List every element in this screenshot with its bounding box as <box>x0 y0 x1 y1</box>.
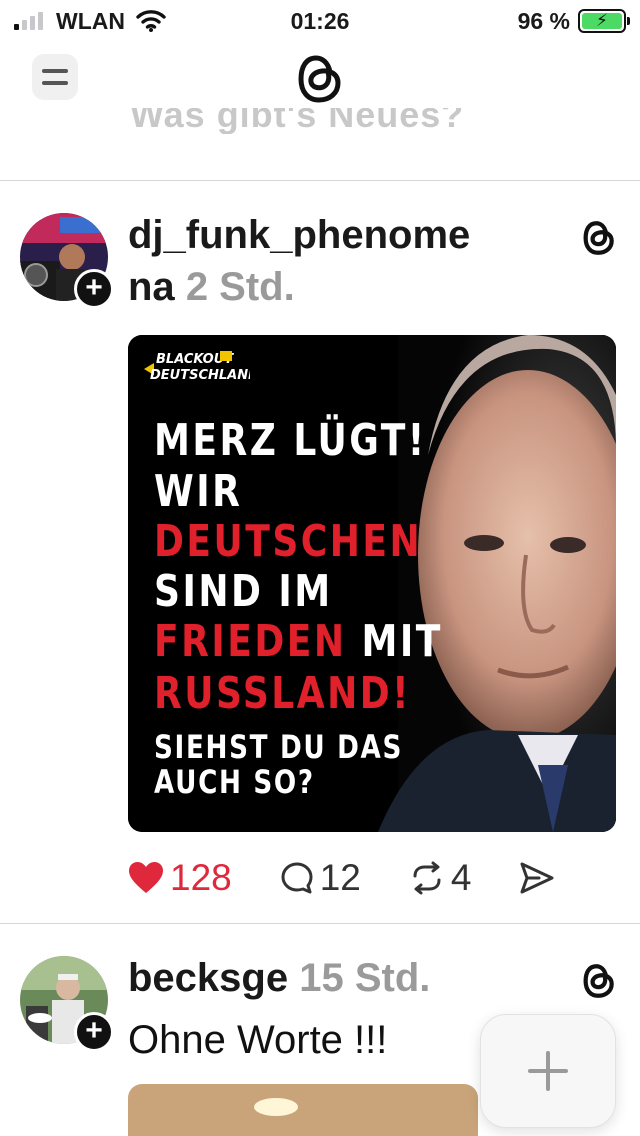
repost-count: 4 <box>450 857 472 898</box>
heart-icon <box>129 862 163 893</box>
username[interactable]: dj_funk_phenome <box>128 213 470 257</box>
repost-button[interactable]: 4 <box>409 857 472 899</box>
brand-logo: BLACKOUT DEUTSCHLAND <box>140 345 259 392</box>
post-time: 2 Std. <box>185 265 295 309</box>
battery-icon: ⚡ <box>578 9 630 33</box>
new-thread-button[interactable] <box>480 1014 616 1128</box>
post-header: becksge 15 Std. <box>128 952 570 1004</box>
headline-part: MERZ LÜGT! <box>154 415 427 466</box>
headline-part: AUCH SO? <box>154 763 315 801</box>
share-button[interactable] <box>519 861 555 895</box>
headline-part: SIEHST DU DAS <box>154 728 404 766</box>
follow-plus-icon[interactable]: + <box>74 1012 114 1052</box>
threads-logo-icon <box>582 962 616 1005</box>
headline-part: WIR <box>154 466 243 517</box>
post-header: dj_funk_phenome na 2 Std. <box>128 209 570 313</box>
headline-line: RUSSLAND! <box>154 672 411 716</box>
headline-part: DEUTSCHEN <box>154 516 423 567</box>
headline-line: FRIEDEN MIT <box>154 620 443 664</box>
send-icon <box>520 862 554 894</box>
thread-post[interactable]: + dj_funk_phenome na 2 Std. BLACKOUT DEU… <box>0 181 640 923</box>
avatar[interactable]: + <box>20 956 114 1052</box>
headline-line: AUCH SO? <box>154 765 315 799</box>
headline-line: WIR <box>154 470 242 514</box>
post-time: 15 Std. <box>299 956 431 1000</box>
avatar[interactable]: + <box>20 213 114 309</box>
composer-placeholder[interactable]: Was gibt's Neues? <box>130 108 464 134</box>
comment-icon <box>281 862 313 894</box>
headline-part: MIT <box>346 616 443 667</box>
svg-text:DEUTSCHLAND: DEUTSCHLAND <box>150 368 250 383</box>
headline-line: SIND IM <box>154 570 333 614</box>
like-count: 128 <box>170 857 232 898</box>
threads-logo-icon <box>582 219 616 262</box>
top-nav <box>0 48 640 108</box>
battery-percent: 96 % <box>517 8 570 34</box>
headline-part: SIND IM <box>154 566 333 617</box>
username-continued[interactable]: na <box>128 265 175 309</box>
headline-part: FRIEDEN <box>154 616 347 667</box>
like-button[interactable]: 128 <box>128 857 232 899</box>
comment-button[interactable]: 12 <box>280 857 361 899</box>
post-image[interactable]: BLACKOUT DEUTSCHLAND MERZ LÜGT! WIR DEUTSC… <box>128 335 616 832</box>
post-text: Ohne Worte !!! <box>128 1018 388 1062</box>
headline-line: MERZ LÜGT! <box>154 419 427 463</box>
headline-part: RUSSLAND! <box>154 668 412 719</box>
status-bar: WLAN 01:26 96 % ⚡ <box>0 0 640 44</box>
post-actions: 128 12 4 <box>128 855 603 901</box>
plus-icon <box>528 1051 568 1091</box>
post-image[interactable] <box>128 1084 478 1136</box>
charging-bolt-icon: ⚡ <box>596 11 608 30</box>
username[interactable]: becksge <box>128 956 288 1000</box>
repost-icon <box>413 861 441 895</box>
threads-logo-icon[interactable] <box>296 52 344 111</box>
follow-plus-icon[interactable]: + <box>74 269 114 309</box>
headline-line: SIEHST DU DAS <box>154 730 403 764</box>
hamburger-menu-icon[interactable] <box>32 54 78 100</box>
headline-line: DEUTSCHEN <box>154 520 422 564</box>
comment-count: 12 <box>319 857 361 898</box>
